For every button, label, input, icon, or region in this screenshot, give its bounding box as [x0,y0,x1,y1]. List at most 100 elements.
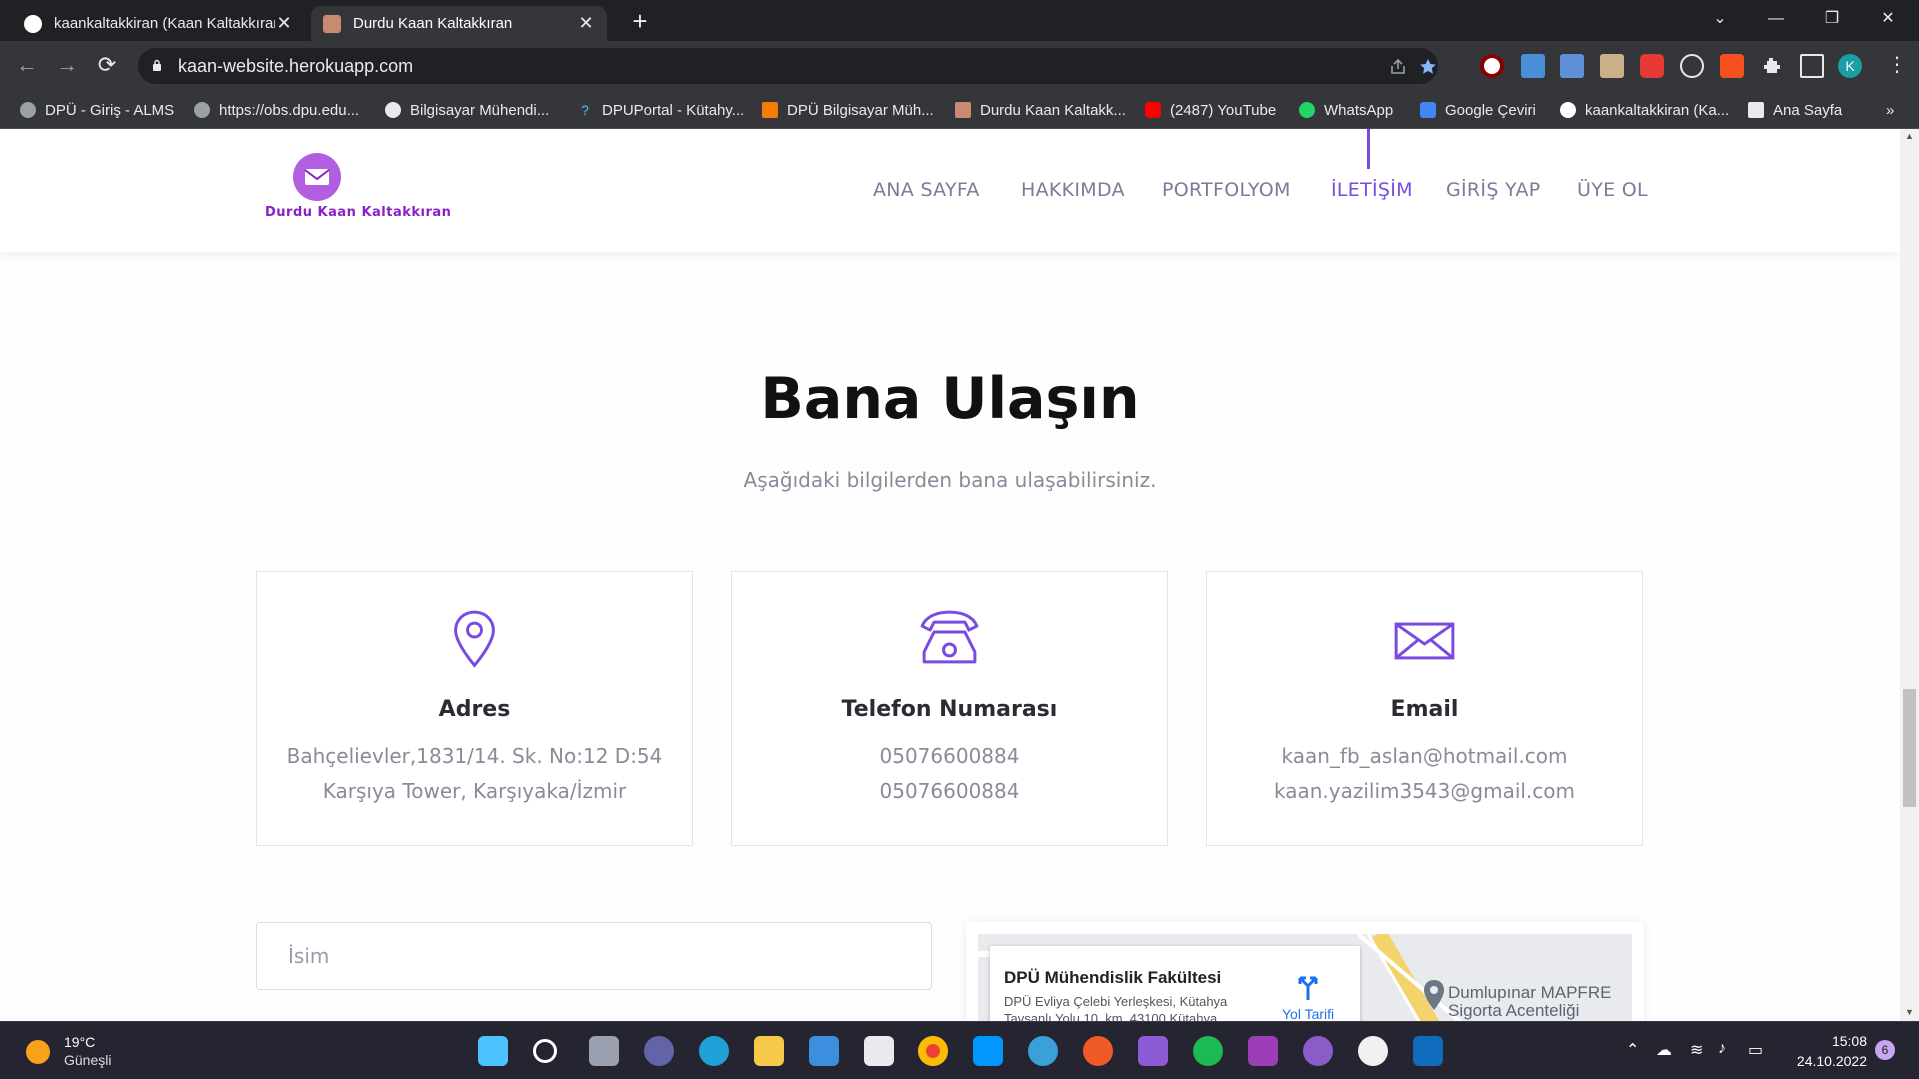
volume-icon[interactable]: ♪ [1718,1040,1726,1058]
vscode-icon[interactable] [973,1036,1003,1066]
restore-button[interactable]: ❐ [1804,0,1860,41]
notification-badge[interactable]: 6 [1875,1040,1895,1060]
nav-contact[interactable]: İLETİŞİM [1331,179,1413,201]
nav-portfolio[interactable]: PORTFOLYOM [1162,179,1291,201]
bookmarks-overflow-button[interactable]: » [1886,100,1894,120]
map-poi-label[interactable]: Dumlupınar MAPFRE Sigorta Acenteliği [1448,984,1618,1020]
nav-login[interactable]: GİRİŞ YAP [1446,179,1541,201]
card-title: Telefon Numarası [841,697,1058,722]
tab-portfolio[interactable]: Durdu Kaan Kaltakkıran ✕ [311,6,607,41]
profile-avatar[interactable]: K [1838,54,1862,78]
tab-search-button[interactable]: ⌄ [1692,0,1748,41]
browser-menu-button[interactable]: ⋮ [1882,51,1912,81]
address-bar[interactable]: kaan-website.herokuapp.com [138,48,1438,84]
extensions-puzzle-icon[interactable] [1760,54,1784,78]
profile-photo-icon [323,14,341,33]
search-icon[interactable] [533,1039,557,1063]
file-explorer-icon[interactable] [754,1036,784,1066]
place-address: DPÜ Evliya Çelebi Yerleşkesi, Kütahya Ta… [1004,994,1228,1021]
new-tab-button[interactable]: + [624,6,656,38]
microsoft-store-icon[interactable] [864,1036,894,1066]
postman-icon[interactable] [1083,1036,1113,1066]
bookmark-item[interactable]: Durdu Kaan Kaltakk... [955,100,1126,120]
mail-icon[interactable] [809,1036,839,1066]
bookmark-item[interactable]: DPÜ - Giriş - ALMS [20,100,174,120]
visual-studio-icon[interactable] [1138,1036,1168,1066]
task-view-icon[interactable] [589,1036,619,1066]
bookmark-item[interactable]: Bilgisayar Mühendi... [385,100,549,120]
scrollbar-thumb[interactable] [1903,689,1916,807]
react-devtools-icon[interactable] [1680,54,1704,78]
onedrive-icon[interactable]: ☁ [1656,1040,1672,1060]
google-map[interactable]: DPÜ Mühendislik Fakültesi DPÜ Evliya Çel… [978,934,1632,1021]
bookmark-item[interactable]: Ana Sayfa [1748,100,1842,120]
close-window-button[interactable]: ✕ [1860,0,1916,41]
battery-icon[interactable]: ▭ [1748,1040,1763,1060]
reload-button[interactable]: ⟳ [92,51,122,81]
page-scrollbar[interactable]: ▲ ▼ [1900,129,1919,1021]
phone-number[interactable]: 05076600884 [732,744,1167,768]
rss-extension-icon[interactable] [1720,54,1744,78]
name-input[interactable] [257,923,931,989]
ublock-icon[interactable] [1480,54,1504,78]
spotify-icon[interactable] [1193,1036,1223,1066]
tools-extension-icon[interactable] [1560,54,1584,78]
scroll-down-arrow[interactable]: ▼ [1905,1007,1914,1017]
bookmark-item[interactable]: DPÜ Bilgisayar Müh... [762,100,934,120]
tray-overflow-icon[interactable]: ⌃ [1626,1040,1639,1060]
scroll-up-arrow[interactable]: ▲ [1905,131,1914,141]
directions-icon[interactable] [1296,972,1320,1000]
bookmark-item[interactable]: (2487) YouTube [1145,100,1276,120]
phone-number[interactable]: 05076600884 [732,779,1167,803]
close-tab-icon[interactable]: ✕ [275,13,293,34]
arduino-icon[interactable] [1248,1036,1278,1066]
wifi-icon[interactable]: ≋ [1690,1040,1703,1060]
app-icon[interactable] [1358,1036,1388,1066]
bookmark-item[interactable]: Google Çeviri [1420,100,1536,120]
section-title: Bana Ulaşın [760,366,1140,432]
forward-button[interactable]: → [52,51,82,81]
taskbar-clock[interactable]: 15:08 24.10.2022 [1787,1031,1867,1071]
share-icon[interactable] [1388,57,1408,77]
department-logo-icon [762,102,778,118]
youtube-extension-icon[interactable] [1640,54,1664,78]
teams-chat-icon[interactable] [644,1036,674,1066]
windows-start-icon[interactable] [478,1036,508,1066]
nav-home[interactable]: ANA SAYFA [873,179,980,201]
address-card: Adres Bahçelievler,1831/14. Sk. No:12 D:… [256,571,693,846]
web-page: Durdu Kaan Kaltakkıran ANA SAYFA HAKKIMD… [0,129,1900,1021]
side-panel-icon[interactable] [1800,54,1824,78]
color-picker-extension-icon[interactable] [1600,54,1624,78]
close-tab-icon[interactable]: ✕ [577,13,595,34]
outlook-icon[interactable] [1413,1036,1443,1066]
site-logo[interactable]: Durdu Kaan Kaltakkıran [260,153,451,223]
email-card: Email kaan_fb_aslan@hotmail.com kaan.yaz… [1206,571,1643,846]
bookmark-item[interactable]: kaankaltakkiran (Ka... [1560,100,1729,120]
site-header: Durdu Kaan Kaltakkıran ANA SAYFA HAKKIMD… [0,129,1900,252]
nav-register[interactable]: ÜYE OL [1577,179,1648,201]
bookmark-star-icon[interactable] [1418,57,1438,77]
map-pin-icon[interactable] [1423,979,1445,1011]
back-button[interactable]: ← [12,51,42,81]
bookmark-item[interactable]: WhatsApp [1299,100,1393,120]
bookmark-item[interactable]: https://obs.dpu.edu... [194,100,359,120]
weather-temperature: 19°C [64,1034,96,1050]
android-studio-icon[interactable] [1028,1036,1058,1066]
bookmark-item[interactable]: ? DPUPortal - Kütahy... [577,100,744,120]
email-address[interactable]: kaan.yazilim3543@gmail.com [1207,779,1642,803]
nav-about[interactable]: HAKKIMDA [1021,179,1125,201]
github-desktop-icon[interactable] [1303,1036,1333,1066]
translate-extension-icon[interactable] [1521,54,1545,78]
email-address[interactable]: kaan_fb_aslan@hotmail.com [1207,744,1642,768]
weather-widget[interactable]: 19°C Güneşli [26,1034,176,1070]
place-title[interactable]: DPÜ Mühendislik Fakültesi [1004,968,1221,988]
chrome-icon[interactable] [918,1036,948,1066]
logo-text: Durdu Kaan Kaltakkıran [265,205,452,220]
directions-link[interactable]: Yol Tarifi [1282,1006,1334,1021]
tab-github[interactable]: kaankaltakkiran (Kaan Kaltakkıran) ✕ [12,6,305,41]
telephone-icon [920,610,979,664]
edge-icon[interactable] [699,1036,729,1066]
location-pin-icon [454,610,495,668]
profile-photo-icon [955,102,971,118]
minimize-button[interactable]: — [1748,0,1804,41]
